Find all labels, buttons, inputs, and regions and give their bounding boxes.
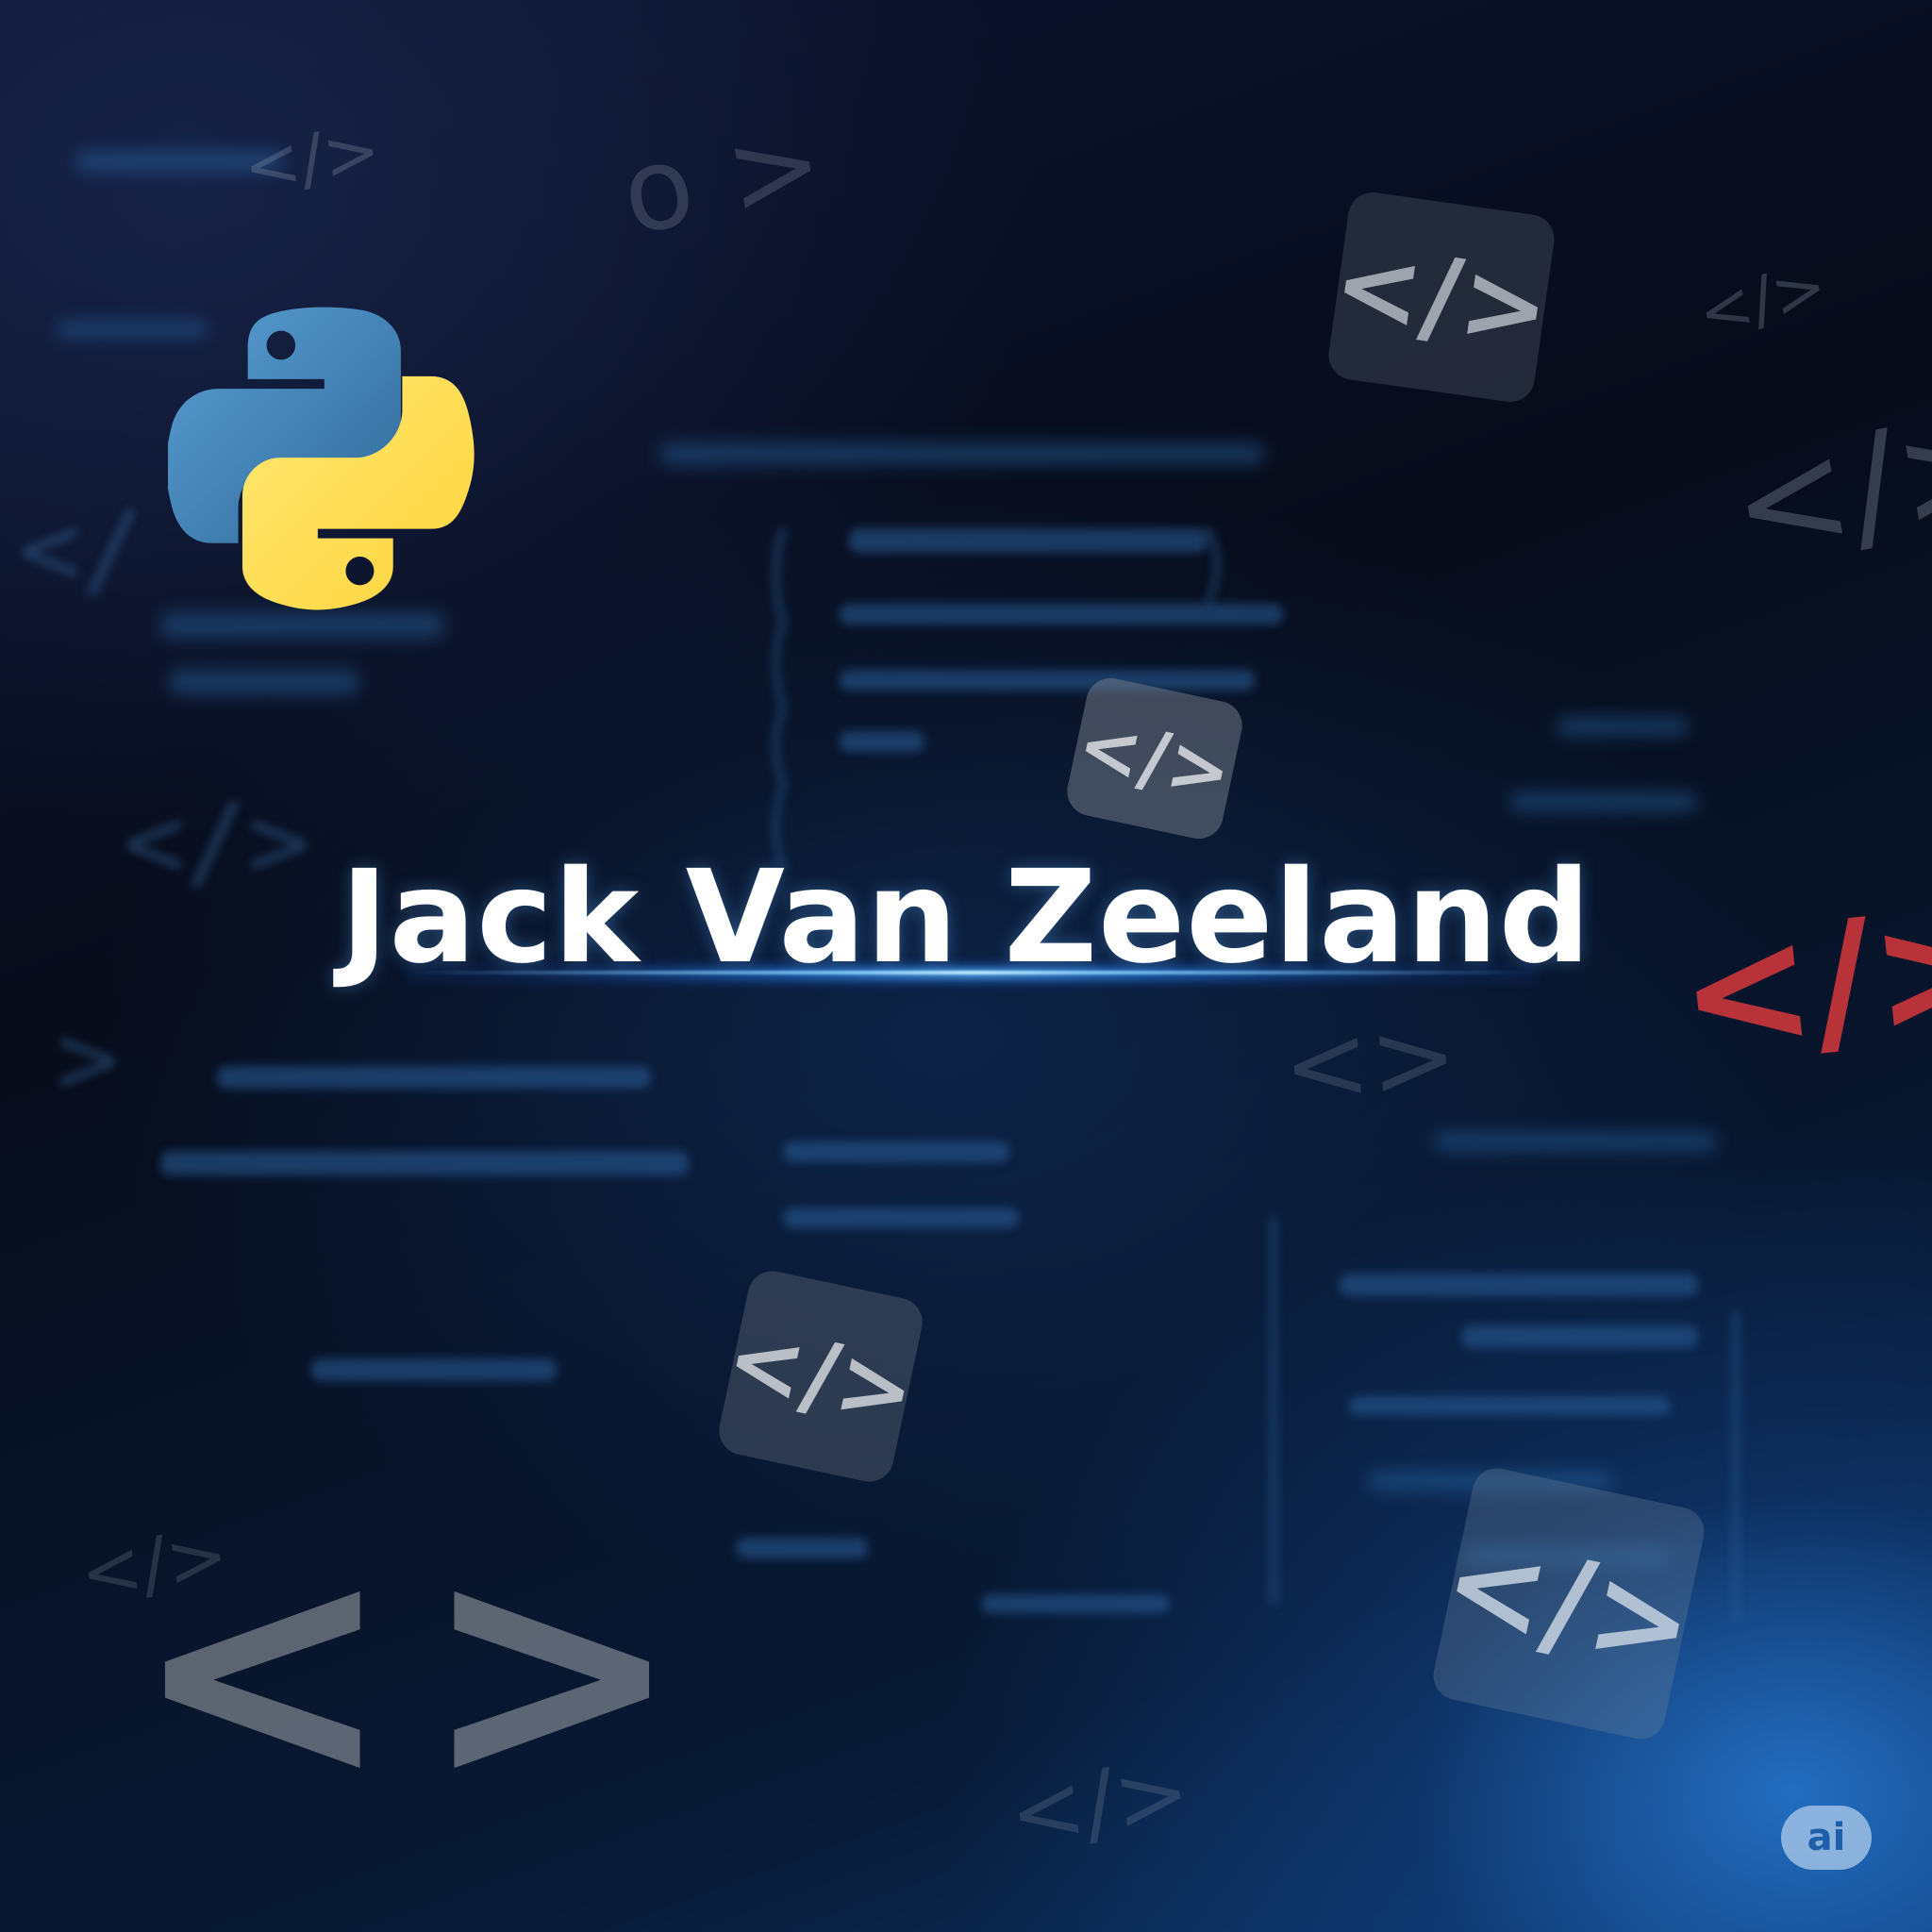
code-tag-icon: </> [1325, 189, 1557, 406]
python-logo-icon [168, 307, 475, 610]
svg-text:>: > [57, 998, 119, 1119]
background-scene: </ </> > </> o > </> </> </> <> </> </> … [0, 0, 1932, 1932]
code-tag-icon: </> [238, 109, 386, 208]
svg-text:</: </ [19, 489, 143, 609]
code-tag-icon: </> [714, 1266, 927, 1487]
angle-brackets-icon: o > [612, 96, 833, 261]
code-tag-icon: </> [1428, 1463, 1709, 1744]
angle-brackets-icon: <> [132, 1489, 711, 1851]
angle-brackets-icon: <> [1278, 994, 1461, 1128]
code-tag-icon: </> [1003, 1740, 1196, 1868]
ai-badge: ai [1781, 1806, 1872, 1870]
page-title: Jack Van Zeeland [340, 843, 1592, 992]
